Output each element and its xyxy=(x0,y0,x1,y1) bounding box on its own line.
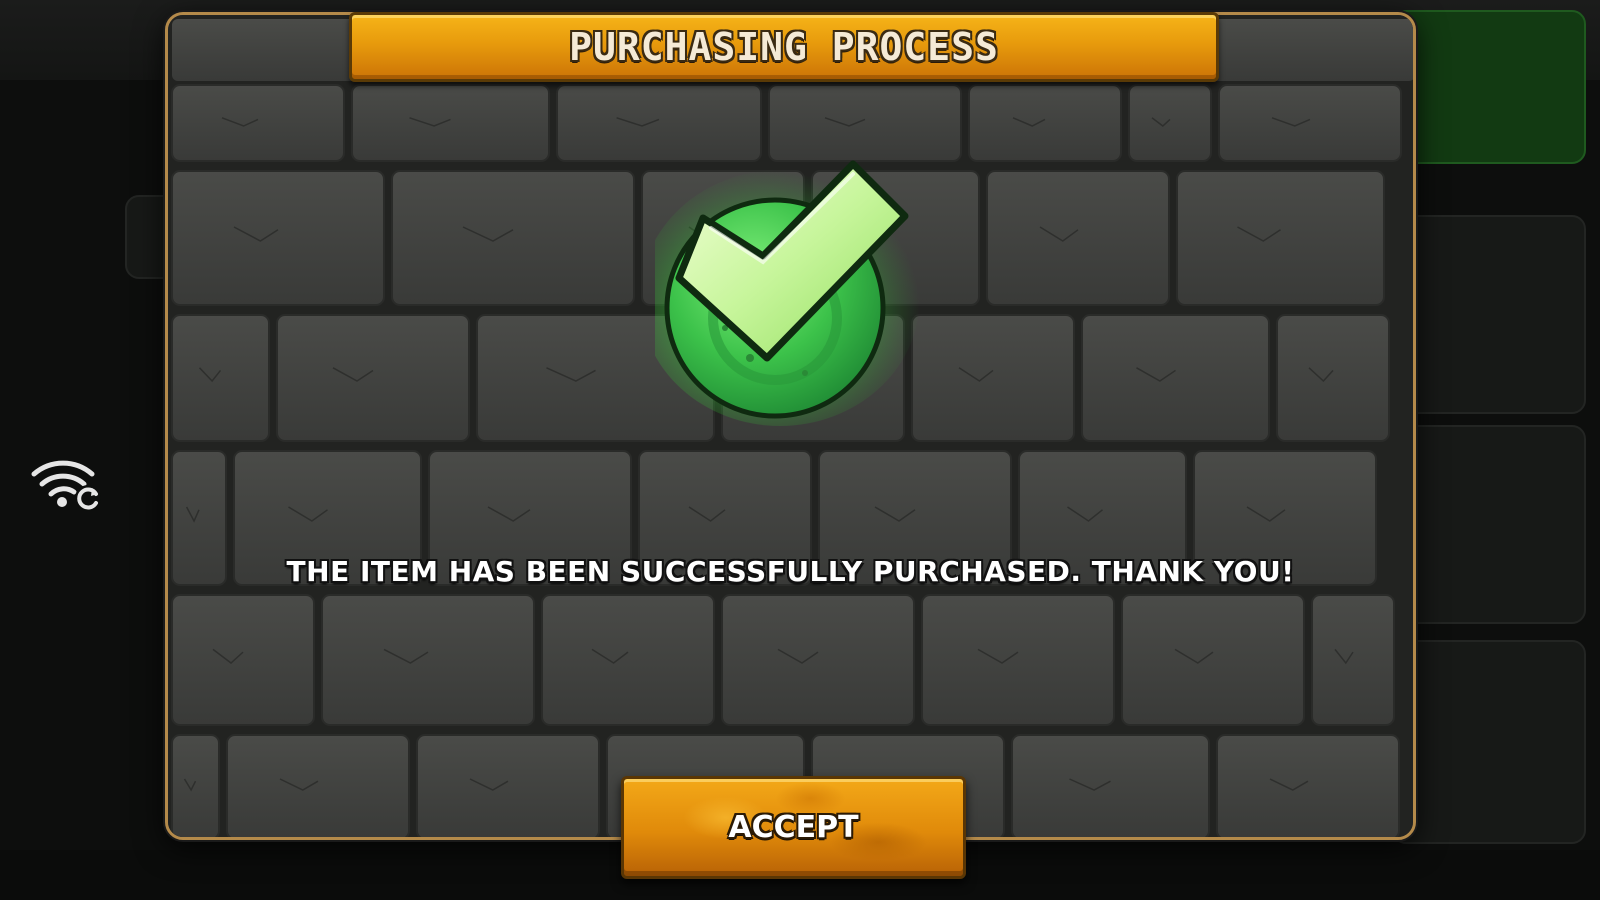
background-tile xyxy=(1392,215,1586,414)
accept-button-label: ACCEPT xyxy=(728,810,859,845)
success-check-icon xyxy=(655,160,920,426)
dialog-title-bar: PURCHASING PROCESS xyxy=(349,12,1219,82)
dialog-title: PURCHASING PROCESS xyxy=(569,25,999,69)
accept-button[interactable]: ACCEPT xyxy=(621,776,966,879)
background-weapon-tile xyxy=(1392,10,1586,164)
background-tile xyxy=(1392,425,1586,624)
purchase-success-message: THE ITEM HAS BEEN SUCCESSFULLY PURCHASED… xyxy=(286,555,1295,588)
wifi-refresh-icon[interactable] xyxy=(28,444,104,514)
background-tile xyxy=(1392,640,1586,844)
